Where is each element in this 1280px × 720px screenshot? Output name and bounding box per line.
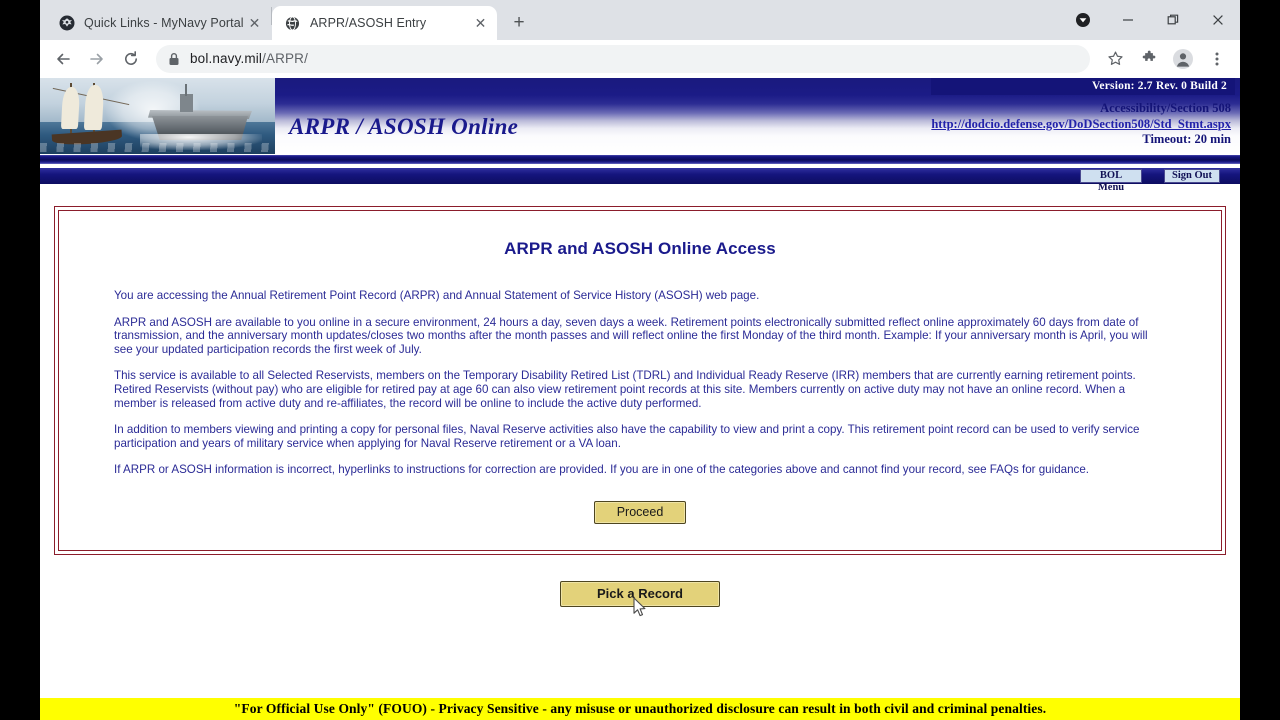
- timeout-label: Timeout: 20 min: [1142, 132, 1231, 146]
- maximize-restore-button[interactable]: [1150, 0, 1195, 40]
- access-card-inner: ARPR and ASOSH Online Access You are acc…: [58, 210, 1222, 551]
- reload-icon[interactable]: [116, 44, 146, 74]
- site-header-main: ARPR / ASOSH Online Version: 2.7 Rev. 0 …: [275, 78, 1240, 154]
- browser-tab-arpr-asosh-entry[interactable]: ARPR/ASOSH Entry ✕: [272, 6, 497, 40]
- header-divider-rule: [40, 154, 1240, 168]
- navy-ships-banner-image: [40, 78, 275, 154]
- browser-window: Quick Links - MyNavy Portal ✕ ARPR/ASOSH…: [40, 0, 1240, 720]
- browser-tab-title: ARPR/ASOSH Entry: [310, 16, 427, 30]
- section-508-link[interactable]: http://dodcio.defense.gov/DoDSection508/…: [931, 117, 1231, 131]
- content-wrapper: ARPR and ASOSH Online Access You are acc…: [40, 184, 1240, 607]
- access-card: ARPR and ASOSH Online Access You are acc…: [54, 206, 1226, 555]
- browser-toolbar: bol.navy.mil/ARPR/: [40, 40, 1240, 78]
- site-header-meta: Version: 2.7 Rev. 0 Build 2 Accessibilit…: [931, 78, 1240, 148]
- version-label: Version: 2.7 Rev. 0 Build 2: [931, 78, 1235, 95]
- globe-icon: [284, 15, 301, 32]
- printing-paragraph: In addition to members viewing and print…: [114, 423, 1140, 450]
- browser-tab-strip: Quick Links - MyNavy Portal ✕ ARPR/ASOSH…: [40, 0, 1240, 40]
- availability-paragraph: ARPR and ASOSH are available to you onli…: [114, 315, 1148, 356]
- back-icon[interactable]: [48, 44, 78, 74]
- proceed-button[interactable]: Proceed: [594, 500, 686, 524]
- close-icon[interactable]: ✕: [246, 15, 263, 32]
- corrections-paragraph: If ARPR or ASOSH information is incorrec…: [114, 463, 1090, 477]
- window-controls: [1060, 0, 1240, 40]
- bookmark-star-icon[interactable]: [1100, 44, 1130, 74]
- lock-icon: [168, 52, 180, 66]
- url-path: /ARPR/: [262, 51, 308, 66]
- eligibility-paragraph: This service is available to all Selecte…: [114, 369, 1136, 410]
- new-tab-button[interactable]: +: [505, 8, 533, 36]
- header-links: Accessibility/Section 508 http://dodcio.…: [931, 95, 1235, 148]
- page-viewport: ARPR / ASOSH Online Version: 2.7 Rev. 0 …: [40, 78, 1240, 720]
- browser-tab-quick-links[interactable]: Quick Links - MyNavy Portal ✕: [46, 6, 271, 40]
- url-text: bol.navy.mil/ARPR/: [190, 51, 308, 66]
- site-title: ARPR / ASOSH Online: [289, 114, 519, 139]
- accessibility-label: Accessibility/Section 508: [1100, 101, 1231, 115]
- address-bar[interactable]: bol.navy.mil/ARPR/: [156, 44, 1090, 73]
- bol-menu-button[interactable]: BOL Menu: [1080, 169, 1142, 193]
- url-host: bol.navy.mil: [190, 51, 263, 66]
- extensions-puzzle-icon[interactable]: [1134, 44, 1164, 74]
- pick-a-record-button[interactable]: Pick a Record: [560, 580, 720, 607]
- page-title: ARPR and ASOSH Online Access: [504, 239, 776, 258]
- site-nav-strip: BOL Menu Sign Out: [40, 168, 1240, 193]
- proceed-button-row: Proceed: [114, 500, 1166, 524]
- site-header-banner: ARPR / ASOSH Online Version: 2.7 Rev. 0 …: [40, 78, 1240, 154]
- intro-paragraph: You are accessing the Annual Retirement …: [114, 289, 760, 302]
- navy-eagle-icon: [58, 15, 75, 32]
- pick-record-button-row: Pick a Record: [54, 580, 1226, 607]
- forward-icon[interactable]: [82, 44, 112, 74]
- profile-avatar-icon[interactable]: [1168, 44, 1198, 74]
- close-icon[interactable]: ✕: [472, 15, 489, 32]
- sign-out-button[interactable]: Sign Out: [1164, 169, 1220, 183]
- close-window-button[interactable]: [1195, 0, 1240, 40]
- minimize-button[interactable]: [1105, 0, 1150, 40]
- browser-tab-title: Quick Links - MyNavy Portal: [84, 16, 244, 30]
- profile-status-icon[interactable]: [1060, 0, 1105, 40]
- fouo-footer-banner: "For Official Use Only" (FOUO) - Privacy…: [40, 698, 1240, 720]
- browser-menu-icon[interactable]: [1202, 44, 1232, 74]
